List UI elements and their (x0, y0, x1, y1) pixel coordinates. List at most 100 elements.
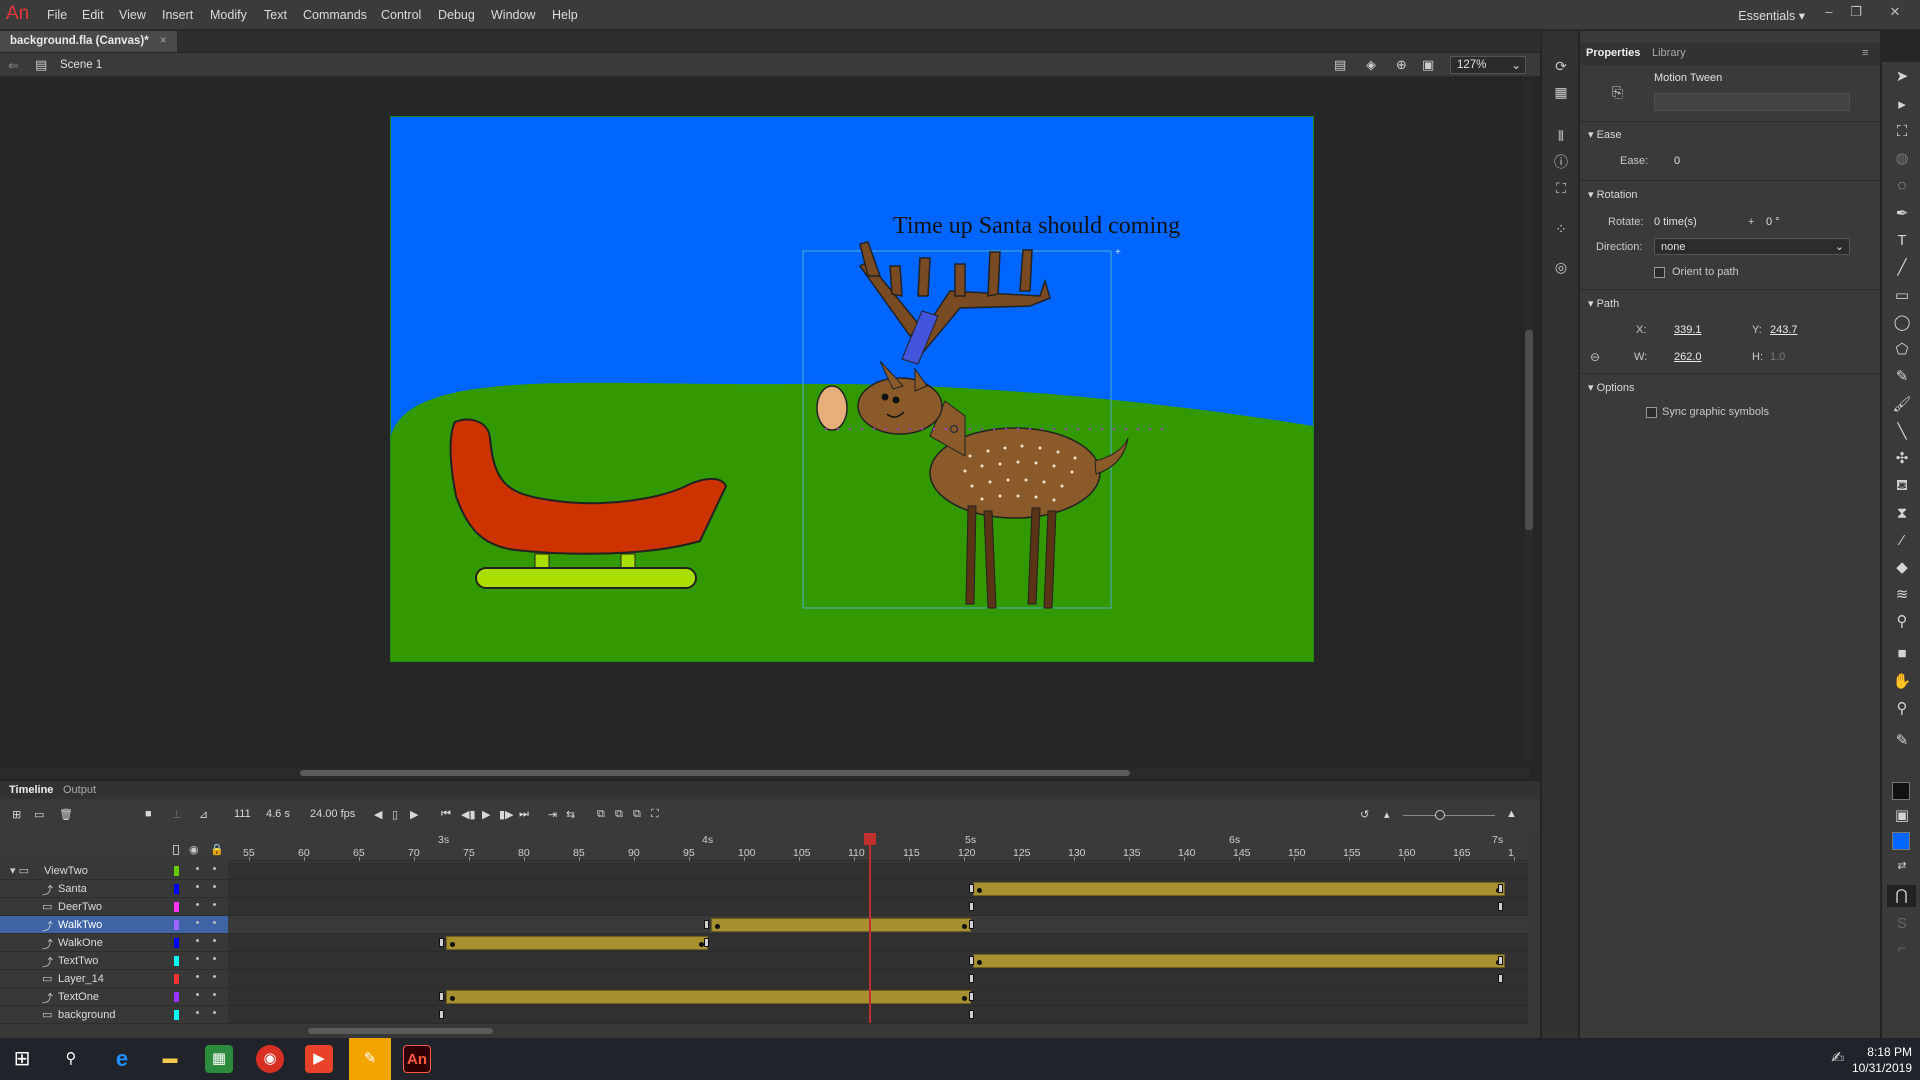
pin-tool-icon[interactable]: ⚲ (1892, 612, 1912, 632)
layer-name[interactable]: WalkTwo (58, 919, 102, 931)
paint-app-icon[interactable]: ✎ (349, 1038, 391, 1080)
bbox-handle[interactable]: + (1115, 247, 1121, 258)
current-frame[interactable]: 111 (234, 808, 251, 820)
stroke-color-swatch[interactable] (1892, 782, 1910, 800)
layer-toggle-dot[interactable] (213, 921, 216, 924)
keyframe[interactable] (962, 996, 967, 1001)
motion-tween-span[interactable] (973, 882, 1505, 896)
empty-keyframe[interactable] (969, 992, 974, 1001)
layer-name[interactable]: TextOne (58, 991, 99, 1003)
file-explorer-icon[interactable]: ▬ (156, 1045, 184, 1073)
keyframe[interactable] (450, 996, 455, 1001)
layer-row-layer_14[interactable]: ▭ Layer_14 (0, 970, 228, 988)
layer-color-swatch[interactable] (174, 956, 179, 966)
go-to-first-frame-icon[interactable]: ⏮ (441, 808, 451, 821)
scroll-thumb[interactable] (300, 770, 1130, 776)
keyframe[interactable] (977, 888, 982, 893)
timeline-scrollbar[interactable] (308, 1028, 493, 1034)
lock-icon[interactable]: 🔒 (210, 843, 224, 856)
layer-toggle-dot[interactable] (213, 903, 216, 906)
empty-keyframe[interactable] (969, 974, 974, 983)
rotate-degrees-value[interactable]: 0 ° (1766, 216, 1780, 228)
layer-color-swatch[interactable] (174, 884, 179, 894)
layer-toggle-dot[interactable] (196, 885, 199, 888)
timeline-zoom-slider[interactable] (1403, 815, 1495, 816)
edit-symbol-icon[interactable]: ◈ (1366, 57, 1376, 73)
layer-row-viewtwo[interactable]: ▾ ▭ ViewTwo (0, 862, 228, 880)
motion-editor-icon[interactable]: ⟳ (1552, 58, 1570, 74)
timeline-zoom-thumb[interactable] (1435, 810, 1445, 820)
layer-row-textone[interactable]: ⤴ TextOne (0, 988, 228, 1006)
selection-tool-icon[interactable]: ➤ (1892, 67, 1912, 87)
snap-to-objects-icon[interactable]: ⋂ (1887, 885, 1916, 907)
layer-name[interactable]: ViewTwo (44, 865, 88, 877)
frame-ruler[interactable]: 55 60 65 70 75 80 85 90 95 100 105 110 115 120 125 130 1… (228, 833, 1528, 861)
free-transform-tool-icon[interactable]: ⛶ (1892, 122, 1912, 142)
frame-row[interactable] (228, 952, 1528, 970)
paint-brush-tool-icon[interactable]: 🖌 (1892, 395, 1912, 415)
empty-keyframe[interactable] (969, 956, 974, 965)
document-tab[interactable]: background.fla (Canvas)* × (0, 31, 177, 52)
delete-layer-icon[interactable]: 🗑 (59, 808, 73, 821)
zoom-tool-icon[interactable]: ⚲ (1892, 699, 1912, 719)
panel-menu-icon[interactable]: ≡ (1862, 47, 1868, 59)
library-icon[interactable]: ▦ (1552, 84, 1570, 100)
tab-timeline[interactable]: Timeline (9, 784, 53, 796)
layer-name[interactable]: DeerTwo (58, 901, 102, 913)
workspace-switcher[interactable]: Essentials ▾ (1738, 8, 1805, 23)
layer-color-swatch[interactable] (174, 938, 179, 948)
layer-row-deertwo[interactable]: ▭ DeerTwo (0, 898, 228, 916)
layer-color-swatch[interactable] (174, 1010, 179, 1020)
layer-toggle-dot[interactable] (213, 885, 216, 888)
lock-proportions-icon[interactable]: ⊖ (1590, 350, 1600, 364)
close-icon[interactable]: ✕ (1884, 4, 1906, 22)
line-tool-icon[interactable]: ╱ (1892, 258, 1912, 278)
path-y-value[interactable]: 243.7 (1770, 324, 1798, 336)
motion-tween-span[interactable] (973, 954, 1505, 968)
clip-stage-icon[interactable]: ▣ (1422, 57, 1434, 73)
play-icon[interactable]: ▶ (482, 808, 490, 821)
pencil-tool-icon[interactable]: ✎ (1892, 367, 1912, 387)
eyedropper-tool-icon[interactable]: ⁄ (1892, 531, 1912, 551)
fill-bucket-icon[interactable]: ▣ (1892, 806, 1912, 826)
straighten-icon[interactable]: ⌐ (1892, 939, 1912, 959)
menu-window[interactable]: Window (491, 8, 535, 22)
search-icon[interactable]: ⚲ (57, 1045, 85, 1073)
edit-scene-icon[interactable]: ▤ (1334, 57, 1346, 73)
step-back-icon[interactable]: ◀▮ (461, 808, 476, 821)
rectangle-tool-icon[interactable]: ▭ (1892, 286, 1912, 306)
menu-file[interactable]: File (47, 8, 67, 22)
layer-toggle-dot[interactable] (213, 975, 216, 978)
new-folder-icon[interactable]: ▭ (34, 808, 44, 821)
playhead-handle[interactable] (864, 833, 876, 845)
layer-toggle-dot[interactable] (213, 867, 216, 870)
reset-timeline-icon[interactable]: ↺ (1360, 808, 1369, 821)
section-path[interactable]: ▾ Path (1588, 297, 1619, 310)
polystar-tool-icon[interactable]: ⬠ (1892, 340, 1912, 360)
empty-keyframe[interactable] (439, 938, 444, 947)
keyframe[interactable] (715, 924, 720, 929)
empty-keyframe[interactable] (969, 884, 974, 893)
swap-colors-icon[interactable]: ⇄ (1892, 856, 1912, 876)
rotate-times-value[interactable]: 0 time(s) (1654, 216, 1697, 228)
keyframe[interactable] (962, 924, 967, 929)
edge-browser-icon[interactable]: e (108, 1045, 136, 1073)
transform-icon[interactable]: ⛶ (1552, 180, 1570, 196)
layer-toggle-dot[interactable] (196, 957, 199, 960)
empty-keyframe[interactable] (439, 992, 444, 1001)
playhead[interactable] (869, 833, 871, 1023)
smooth-icon[interactable]: S (1892, 914, 1912, 934)
frame-row[interactable] (228, 898, 1528, 916)
section-ease[interactable]: ▾ Ease (1588, 128, 1622, 141)
scene-label[interactable]: Scene 1 (60, 59, 102, 71)
center-stage-icon[interactable]: ⊕ (1396, 57, 1407, 73)
edit-multiple-frames-icon[interactable]: ⧉ (633, 808, 641, 821)
layer-toggle-dot[interactable] (196, 903, 199, 906)
empty-keyframe[interactable] (439, 1010, 444, 1019)
layer-color-swatch[interactable] (174, 920, 179, 930)
frame-row[interactable] (228, 880, 1528, 898)
layer-toggle-dot[interactable] (196, 993, 199, 996)
empty-keyframe[interactable] (704, 938, 709, 947)
sync-graphic-symbols-checkbox[interactable] (1646, 407, 1657, 418)
next-keyframe-icon[interactable]: ▶ (410, 808, 418, 821)
